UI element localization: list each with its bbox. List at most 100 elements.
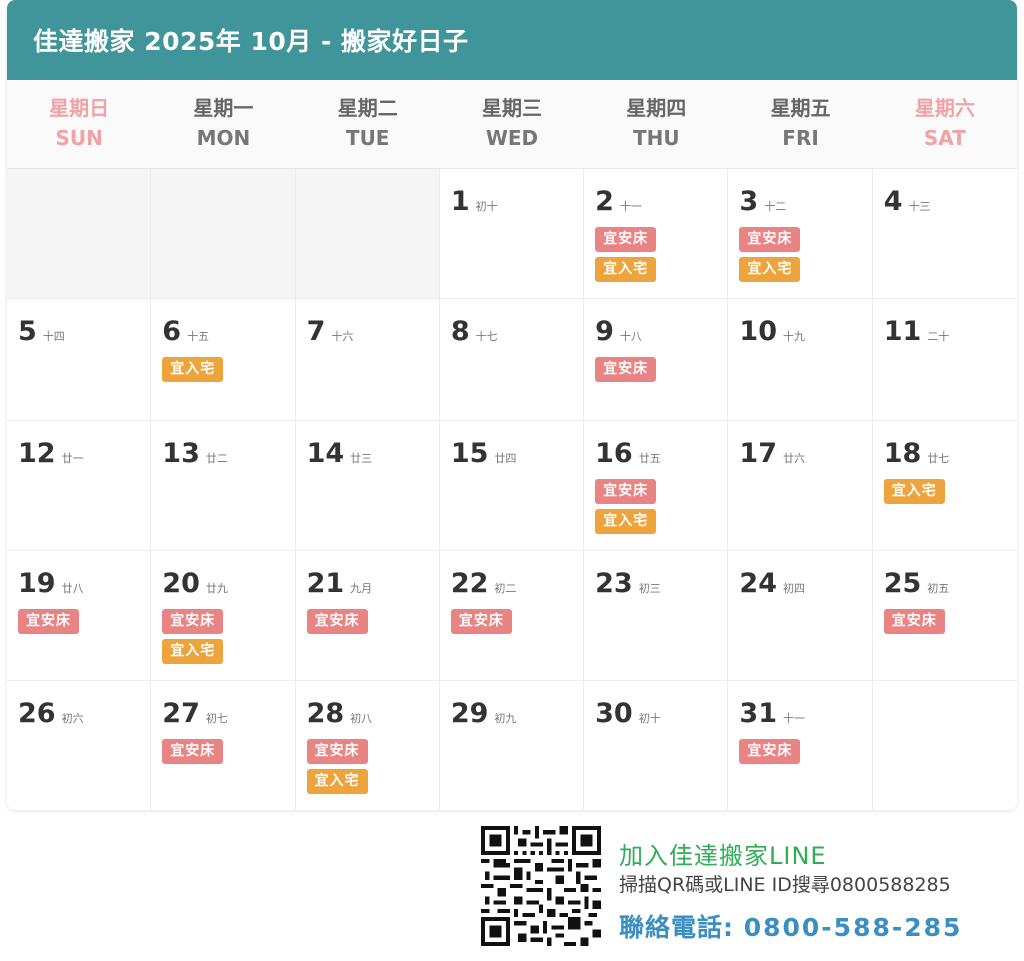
auspicious-tags: 宜安床 宜入宅 [595,479,727,534]
lunar-date: 初十 [475,200,498,213]
lunar-date: 十三 [908,200,931,213]
day-cell[interactable]: 8 十七 [439,299,585,421]
day-cell[interactable]: 6 十五 宜入宅 [151,299,296,421]
weekday-tue: 星期二 TUE [296,80,440,168]
day-cell[interactable]: 19 廿八 宜安床 [7,551,152,681]
day-cell[interactable]: 20 廿九宜安床 宜入宅 [151,551,296,681]
lunar-date: 廿三 [350,452,373,465]
calendar-week-row: 19 廿八 宜安床 20 廿九 宜安床 宜入宅 21 九月 宜安床 22 初二 宜安床 23 初三 24 初四 2… [7,551,1017,681]
day-number: 28 [306,698,345,729]
line-join-subtitle: 掃描QR碼或LINE ID搜尋0800588285 [619,874,951,896]
day-cell[interactable]: 17 廿六 [728,421,873,551]
day-cell[interactable]: 30 初十 [584,681,729,810]
day-cell[interactable]: 4 十三 [872,169,1017,299]
day-cell[interactable]: 10 十九 [728,299,873,421]
day-cell[interactable]: 15 廿四 [439,421,585,551]
day-number: 10 [739,316,777,347]
auspicious-tags: 宜入宅 [162,357,294,382]
lunar-date: 十七 [475,330,498,343]
empty-day-cell [295,169,440,299]
day-number: 30 [595,698,633,729]
day-number: 8 [450,316,470,347]
weekday-en: MON [196,126,251,150]
lunar-date: 十一 [619,200,642,213]
contact-phone[interactable]: 聯絡電話: 0800-588-285 [619,908,962,944]
tag-bed-auspicious: 宜安床 [595,227,657,252]
calendar-week-row: 12 廿一 13 廿二 14 廿三 15 廿四 16 廿五 宜安床 宜入宅 17 廿六 18 廿七 宜入宅 [7,421,1017,551]
day-cell[interactable]: 29 初九 [440,681,585,810]
weekday-en: SUN [55,126,103,150]
weekday-zh: 星期四 [626,96,687,120]
day-cell[interactable]: 11 二十 [872,299,1017,421]
day-header: 16 廿五 [595,437,727,471]
day-number: 24 [739,568,777,599]
day-cell[interactable]: 31 十一宜安床 [728,681,873,810]
day-cell[interactable]: 13 廿二 [151,421,296,551]
line-join-title[interactable]: 加入佳達搬家LINE [619,836,827,871]
tag-bed-auspicious: 宜安床 [306,609,368,634]
weekday-header-row: 星期日 SUN 星期一 MON 星期二 TUE 星期三 WED 星期四 THU … [7,80,1017,169]
day-cell[interactable]: 24 初四 [728,551,873,681]
auspicious-tags: 宜安床 [739,739,871,764]
day-header: 31 十一 [739,697,871,731]
tag-bed-auspicious: 宜安床 [595,479,657,504]
day-number: 13 [162,438,200,469]
day-number: 25 [883,568,922,599]
phone-label: 聯絡電話: [619,913,734,942]
day-cell[interactable]: 27 初七 宜安床 [151,681,296,810]
day-cell[interactable]: 23 初三 [584,551,729,681]
tag-bed-auspicious: 宜安床 [18,609,79,634]
auspicious-tags: 宜安床 宜入宅 [162,609,294,664]
day-cell[interactable]: 16 廿五宜安床 宜入宅 [584,421,729,551]
tag-bed-auspicious: 宜安床 [162,609,224,634]
day-cell[interactable]: 21 九月 宜安床 [295,551,440,681]
weekday-sat: 星期六 SAT [873,80,1017,168]
calendar-title: 佳達搬家 2025年 10月 - 搬家好日子 [7,0,1017,80]
day-header: 10 十九 [739,315,871,349]
weekday-en: THU [632,126,680,150]
empty-day-cell [151,169,296,299]
day-cell[interactable]: 7 十六 [295,299,440,421]
lunar-date: 十六 [331,330,354,343]
lunar-date: 初三 [638,582,661,595]
day-cell[interactable]: 12 廿一 [7,421,152,551]
tag-move-in-auspicious: 宜入宅 [595,257,657,282]
auspicious-tags: 宜安床 [595,357,727,382]
tag-move-in-auspicious: 宜入宅 [162,357,224,382]
day-cell[interactable]: 1 初十 [439,169,585,299]
day-cell[interactable]: 22 初二 宜安床 [439,551,585,681]
day-header: 27 初七 [162,697,294,731]
day-cell[interactable]: 28 初八 宜安床 宜入宅 [296,681,440,810]
day-number: 19 [18,568,56,599]
day-cell[interactable]: 5 十四 [7,299,152,421]
weekday-en: SAT [923,126,966,150]
day-header: 3 十二 [739,185,871,219]
day-cell[interactable]: 3 十二 宜安床 宜入宅 [728,169,873,299]
auspicious-tags: 宜安床 宜入宅 [595,227,727,282]
day-header: 20 廿九 [162,567,294,601]
lunar-date: 廿二 [205,452,228,465]
lunar-date: 十一 [783,712,805,725]
day-number: 15 [450,438,489,469]
day-header: 2 十一 [595,185,727,219]
qr-code-icon[interactable] [481,826,601,946]
day-cell[interactable]: 18 廿七 宜入宅 [872,421,1017,551]
day-number: 11 [883,316,922,347]
lunar-date: 十五 [187,330,210,343]
day-cell[interactable]: 26 初六 [7,681,152,810]
day-cell[interactable]: 2 十一宜安床宜入宅 [584,169,729,299]
tag-bed-auspicious: 宜安床 [883,609,945,634]
day-cell[interactable]: 9 十八 宜安床 [584,299,729,421]
weekday-zh: 星期一 [193,96,254,120]
day-cell[interactable]: 14 廿三 [295,421,440,551]
day-header: 1 初十 [451,185,583,219]
weekday-zh: 星期三 [481,96,542,120]
day-number: 23 [595,568,633,599]
day-header: 11 二十 [884,315,1017,349]
day-cell[interactable]: 25 初五 宜安床 [872,551,1017,681]
day-header: 7 十六 [307,315,439,349]
phone-number[interactable]: 0800-588-285 [744,913,963,942]
tag-bed-auspicious: 宜安床 [739,739,801,764]
tag-bed-auspicious: 宜安床 [595,357,657,382]
lunar-date: 廿九 [205,582,228,595]
